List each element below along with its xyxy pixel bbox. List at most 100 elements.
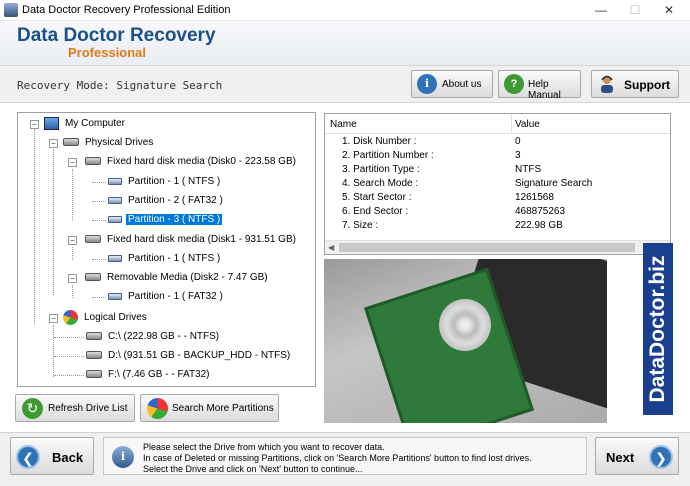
tree-node-logical-drive[interactable]: F:\ (7.46 GB - - FAT32) xyxy=(86,366,212,384)
info-icon: i xyxy=(112,446,134,468)
collapse-toggle[interactable]: − xyxy=(49,139,58,148)
tree-node-logical-drives[interactable]: Logical Drives xyxy=(63,309,149,327)
recovery-mode-label: Recovery Mode: Signature Search xyxy=(17,79,223,92)
title-bar: Data Doctor Recovery Professional Editio… xyxy=(0,0,690,21)
maximize-button[interactable]: ☐ xyxy=(618,0,652,21)
tree-node-partition[interactable]: Partition - 1 ( NTFS ) xyxy=(108,173,222,191)
collapse-toggle[interactable]: − xyxy=(30,120,39,129)
tree-node-physical-drives[interactable]: Physical Drives xyxy=(63,134,155,152)
tree-node-logical-drive[interactable]: D:\ (931.51 GB - BACKUP_HDD - NTFS) xyxy=(86,347,292,365)
properties-table[interactable]: Name Value 1. Disk Number :0 2. Partitio… xyxy=(324,113,671,255)
tree-node-my-computer[interactable]: My Computer xyxy=(44,115,127,133)
tree-node-partition[interactable]: Partition - 1 ( NTFS ) xyxy=(108,250,222,268)
tree-line xyxy=(54,356,84,357)
minimize-button[interactable]: — xyxy=(584,0,618,21)
about-us-button[interactable]: i About us xyxy=(411,70,493,98)
tree-line xyxy=(92,201,106,202)
table-row[interactable]: 3. Partition Type : NTFS xyxy=(325,163,670,177)
close-button[interactable]: ✕ xyxy=(652,0,686,21)
next-button[interactable]: Next ❯ xyxy=(595,437,679,475)
scroll-left-arrow-icon[interactable]: ◀ xyxy=(328,243,334,252)
info-message-box: i Please select the Drive from which you… xyxy=(103,437,587,475)
horizontal-scrollbar[interactable]: ◀ ▶ xyxy=(325,240,670,254)
partition-icon xyxy=(108,196,122,204)
refresh-drive-list-button[interactable]: ↻ Refresh Drive List xyxy=(15,394,135,422)
help-manual-button[interactable]: ? Help Manual xyxy=(498,70,581,101)
collapse-toggle[interactable]: − xyxy=(68,236,77,245)
info-line-3: Select the Drive and click on 'Next' but… xyxy=(143,464,363,474)
tree-line xyxy=(92,182,106,183)
app-icon xyxy=(4,3,18,17)
hard-drive-icon xyxy=(86,370,102,379)
info-icon: i xyxy=(417,74,437,94)
table-row[interactable]: 4. Search Mode : Signature Search xyxy=(325,177,670,191)
tree-line xyxy=(54,375,84,376)
tree-line xyxy=(72,247,73,260)
table-row[interactable]: 5. Start Sector :1261568 xyxy=(325,191,670,205)
tree-node-partition[interactable]: Partition - 2 ( FAT32 ) xyxy=(108,192,225,210)
brand-title: Data Doctor Recovery xyxy=(17,25,216,46)
column-divider xyxy=(511,114,512,134)
collapse-toggle[interactable]: − xyxy=(49,314,58,323)
scrollbar-thumb[interactable] xyxy=(339,243,635,252)
pie-chart-icon xyxy=(63,309,78,325)
search-more-partitions-button[interactable]: Search More Partitions xyxy=(140,394,279,422)
question-icon: ? xyxy=(504,74,524,94)
tree-node-disk1[interactable]: Fixed hard disk media (Disk1 - 931.51 GB… xyxy=(85,231,298,249)
column-header-name[interactable]: Name xyxy=(330,119,357,130)
tree-node-partition-selected[interactable]: Partition - 3 ( NTFS ) xyxy=(108,211,223,229)
column-header-value[interactable]: Value xyxy=(515,119,540,130)
tree-node-logical-drive[interactable]: C:\ (222.98 GB - - NTFS) xyxy=(86,328,221,346)
hard-drive-icon xyxy=(63,138,79,147)
tree-line xyxy=(72,285,73,298)
usb-drive-icon xyxy=(85,273,101,282)
drive-tree[interactable]: − My Computer − Physical Drives − Fixed … xyxy=(17,112,316,387)
header-banner: Data Doctor Recovery Professional xyxy=(0,21,690,65)
computer-icon xyxy=(44,116,59,130)
back-button[interactable]: ❮ Back xyxy=(10,437,94,475)
support-label: Support xyxy=(624,78,670,92)
partition-icon xyxy=(108,177,122,185)
table-header: Name Value xyxy=(325,114,670,134)
tree-node-partition[interactable]: Partition - 1 ( FAT32 ) xyxy=(108,288,225,306)
table-row[interactable]: 1. Disk Number :0 xyxy=(325,135,670,149)
next-label: Next xyxy=(606,450,635,465)
info-line-1: Please select the Drive from which you w… xyxy=(143,442,385,452)
photo-disk-platter xyxy=(439,299,491,351)
hard-drive-icon xyxy=(85,157,101,166)
back-label: Back xyxy=(52,450,84,465)
support-person-icon xyxy=(597,74,617,94)
table-row[interactable]: 2. Partition Number :3 xyxy=(325,149,670,163)
hard-drive-icon xyxy=(86,351,102,360)
info-line-2: In case of Deleted or missing Partitions… xyxy=(143,453,532,463)
search-more-partitions-label: Search More Partitions xyxy=(172,403,274,414)
hard-drive-icon xyxy=(86,332,102,341)
support-button[interactable]: Support xyxy=(591,70,679,98)
tree-node-disk2[interactable]: Removable Media (Disk2 - 7.47 GB) xyxy=(85,269,270,287)
partition-icon xyxy=(108,254,122,262)
next-arrow-icon: ❯ xyxy=(649,445,673,469)
tree-line xyxy=(72,169,73,221)
pie-chart-icon xyxy=(147,398,168,419)
tree-line xyxy=(34,129,35,325)
edition-label: Professional xyxy=(68,45,147,60)
refresh-icon: ↻ xyxy=(22,398,43,419)
tree-line xyxy=(53,325,54,377)
tree-line xyxy=(53,149,54,295)
datadoctor-logo: DataDoctor.biz xyxy=(643,243,673,415)
help-manual-label: Help Manual xyxy=(528,79,561,101)
about-us-label: About us xyxy=(442,79,482,90)
collapse-toggle[interactable]: − xyxy=(68,274,77,283)
collapse-toggle[interactable]: − xyxy=(68,158,77,167)
partition-icon xyxy=(108,292,122,300)
refresh-drive-list-label: Refresh Drive List xyxy=(48,403,128,414)
hard-drive-icon xyxy=(85,235,101,244)
tree-line xyxy=(92,220,106,221)
table-row[interactable]: 6. End Sector :468875263 xyxy=(325,205,670,219)
partition-icon xyxy=(108,215,122,223)
hard-disk-photo xyxy=(324,259,607,423)
tree-line xyxy=(92,297,106,298)
mode-bar: Recovery Mode: Signature Search i About … xyxy=(0,65,690,103)
tree-node-disk0[interactable]: Fixed hard disk media (Disk0 - 223.58 GB… xyxy=(85,153,298,171)
table-row[interactable]: 7. Size :222.98 GB xyxy=(325,219,670,233)
